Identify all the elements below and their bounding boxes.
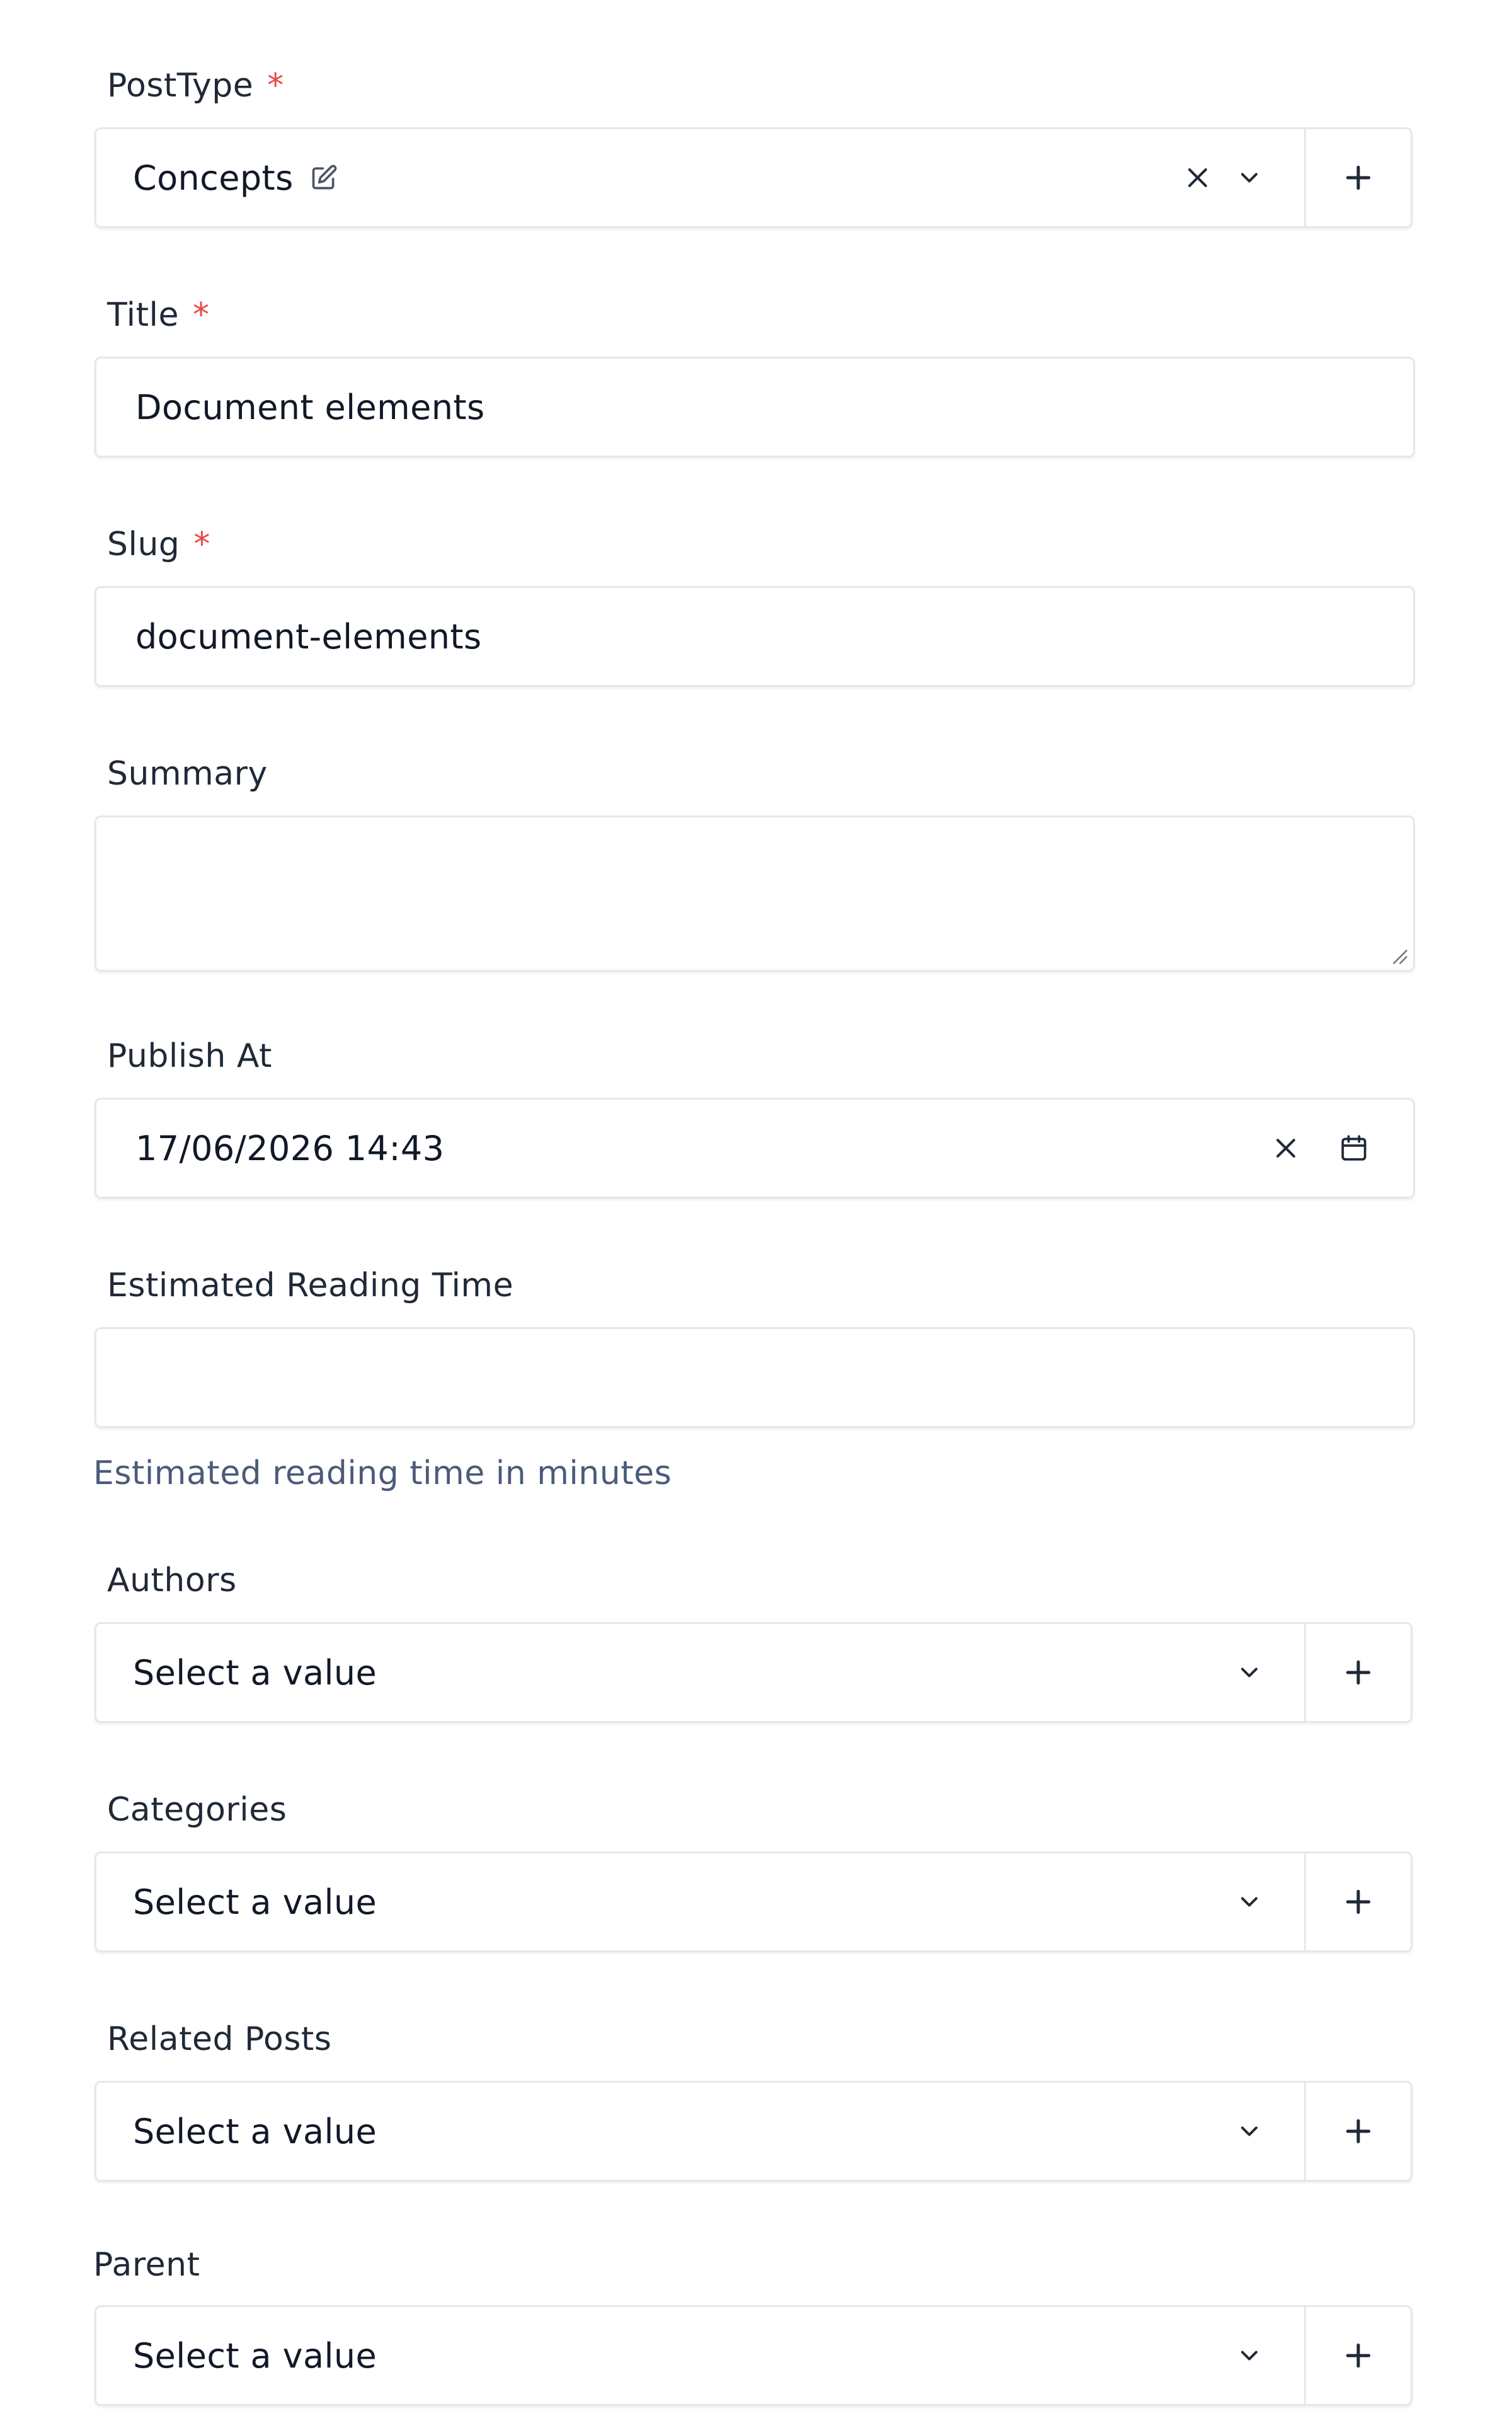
authors-placeholder: Select a value [133,1652,377,1693]
chevron-down-icon[interactable] [1230,1853,1268,1950]
related-posts-select[interactable]: Select a value [94,2081,1412,2182]
plus-icon [1343,162,1374,193]
plus-icon [1343,1657,1374,1688]
chevron-down-icon[interactable] [1230,2307,1268,2404]
parent-label-text: Parent [93,2246,200,2284]
calendar-icon[interactable] [1335,1100,1373,1197]
post-form: PostType * Concepts Title * Document ele… [0,0,1512,2435]
resize-handle-icon[interactable] [1389,946,1408,965]
summary-label: Summary [107,754,268,794]
publish-at-input[interactable]: 17/06/2026 14:43 [94,1098,1415,1199]
edit-square-icon[interactable] [310,164,338,192]
add-post-type-button[interactable] [1306,129,1411,226]
slug-input-value: document-elements [135,616,482,657]
related-posts-label: Related Posts [107,2019,331,2059]
post-type-label: PostType * [107,66,284,106]
slug-label-text: Slug [107,526,180,563]
plus-icon [1343,2340,1374,2371]
categories-label: Categories [107,1790,287,1830]
add-parent-button[interactable] [1306,2307,1411,2404]
publish-at-label: Publish At [107,1036,272,1076]
title-input-value: Document elements [135,387,485,427]
parent-label: Parent [93,2245,200,2285]
required-mark: * [192,296,210,334]
reading-time-input[interactable] [94,1327,1415,1428]
add-related-post-button[interactable] [1306,2083,1411,2180]
summary-textarea[interactable] [94,815,1415,972]
authors-label-text: Authors [107,1562,237,1599]
slug-input[interactable]: document-elements [94,586,1415,687]
plus-icon [1343,1886,1374,1918]
post-type-select[interactable]: Concepts [94,127,1412,228]
authors-label: Authors [107,1560,237,1601]
slug-label: Slug * [107,524,210,565]
title-label-text: Title [107,296,179,334]
authors-select[interactable]: Select a value [94,1622,1412,1723]
required-mark: * [267,67,284,105]
reading-time-label: Estimated Reading Time [107,1265,513,1306]
plus-icon [1343,2116,1374,2147]
chevron-down-icon[interactable] [1230,129,1268,226]
categories-placeholder: Select a value [133,1882,377,1922]
add-category-button[interactable] [1306,1853,1411,1950]
chevron-down-icon[interactable] [1230,1624,1268,1721]
publish-at-label-text: Publish At [107,1037,272,1075]
close-icon[interactable] [1179,129,1217,226]
parent-select[interactable]: Select a value [94,2305,1412,2406]
summary-label-text: Summary [107,755,268,793]
post-type-value: Concepts [133,129,338,226]
publish-at-value: 17/06/2026 14:43 [135,1128,445,1168]
title-input[interactable]: Document elements [94,357,1415,458]
required-mark: * [193,526,210,563]
related-posts-label-text: Related Posts [107,2020,332,2058]
reading-time-label-text: Estimated Reading Time [107,1267,514,1304]
add-author-button[interactable] [1306,1624,1411,1721]
reading-time-help-text: Estimated reading time in minutes [93,1454,672,1492]
post-type-selected-text: Concepts [133,158,294,198]
related-posts-placeholder: Select a value [133,2111,377,2151]
categories-select[interactable]: Select a value [94,1851,1412,1952]
categories-label-text: Categories [107,1791,287,1829]
close-icon[interactable] [1267,1100,1305,1197]
post-type-label-text: PostType [107,67,254,105]
title-label: Title * [107,295,209,335]
parent-placeholder: Select a value [133,2335,377,2376]
chevron-down-icon[interactable] [1230,2083,1268,2180]
